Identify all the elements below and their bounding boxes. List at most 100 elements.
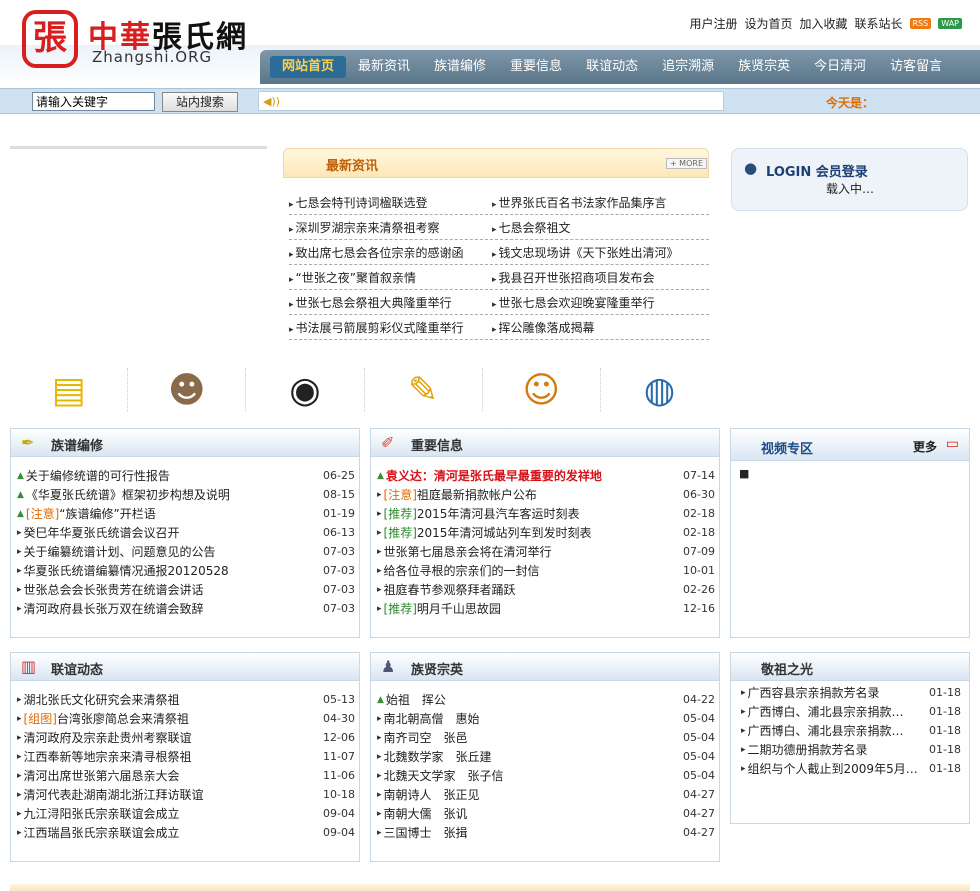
list-item-link[interactable]: 湖北张氏文化研究会来清祭祖 bbox=[24, 691, 319, 708]
list-item-link[interactable]: 三国博士 张揖 bbox=[384, 824, 679, 841]
list-item-link[interactable]: 南齐司空 张邑 bbox=[384, 729, 679, 746]
wap-badge[interactable]: WAP bbox=[938, 18, 962, 29]
box-title[interactable]: 族贤宗英 bbox=[411, 659, 463, 678]
item-date: 06-13 bbox=[323, 526, 355, 539]
list-item-link[interactable]: 清河出席世张第六届恳亲大会 bbox=[24, 767, 319, 784]
person-icon[interactable]: ☻ bbox=[161, 368, 213, 412]
item-date: 04-27 bbox=[683, 826, 715, 839]
list-item-link[interactable]: 华夏张氏统谱编纂情况通报20120528 bbox=[24, 562, 319, 579]
bullet-icon: ▸ bbox=[377, 827, 382, 838]
bullet-icon: ▸ bbox=[17, 827, 22, 838]
list-item-link[interactable]: [组图]台湾张廖简总会来清祭祖 bbox=[24, 710, 319, 727]
nav-fellowship[interactable]: 联谊动态 bbox=[574, 56, 650, 78]
register-link[interactable]: 用户注册 bbox=[689, 15, 737, 32]
news-link[interactable]: 挥公雕像落成揭幕 bbox=[492, 319, 695, 336]
list-item: ▸ 给各位寻根的宗亲们的一封信 10-01 bbox=[377, 561, 715, 580]
item-date: 06-30 bbox=[683, 488, 715, 501]
list-item-link[interactable]: 祖庭春节参观祭拜者踊跃 bbox=[384, 581, 679, 598]
nav-ancestry[interactable]: 追宗溯源 bbox=[650, 56, 726, 78]
item-date: 07-09 bbox=[683, 545, 715, 558]
list-item-link[interactable]: 广西博白、浦北县宗亲捐款… bbox=[748, 703, 925, 720]
list-item-link[interactable]: 世张第七届恳亲会将在清河举行 bbox=[384, 543, 679, 560]
list-item-link[interactable]: 《华夏张氏统谱》框架初步构想及说明 bbox=[26, 486, 319, 503]
box-title[interactable]: 敬祖之光 bbox=[761, 659, 813, 678]
box-title[interactable]: 族谱编修 bbox=[51, 435, 103, 454]
list-item: ▲ [注意]“族谱编修”开栏语 01-19 bbox=[17, 504, 355, 523]
globe-icon[interactable]: ◍ bbox=[633, 368, 685, 412]
list-item-link[interactable]: [推荐]2015年清河城站列车到发时刻表 bbox=[384, 524, 679, 541]
nav-genealogy[interactable]: 族谱编修 bbox=[422, 56, 498, 78]
list-item-link[interactable]: 关于编纂统谱计划、问题意见的公告 bbox=[24, 543, 319, 560]
site-logo[interactable]: 張 bbox=[22, 10, 78, 68]
item-date: 11-06 bbox=[323, 769, 355, 782]
nav-notables[interactable]: 族贤宗英 bbox=[726, 56, 802, 78]
list-item-link[interactable]: [注意]“族谱编修”开栏语 bbox=[26, 505, 319, 522]
list-item-link[interactable]: 癸巳年华夏张氏统谱会议召开 bbox=[24, 524, 319, 541]
list-item-link[interactable]: 北魏数学家 张丘建 bbox=[384, 748, 679, 765]
box-title[interactable]: 重要信息 bbox=[411, 435, 463, 454]
list-item: ▲ 关于编修统谱的可行性报告 06-25 bbox=[17, 466, 355, 485]
list-item-link[interactable]: 南北朝高僧 惠始 bbox=[384, 710, 679, 727]
nav-qinghe-today[interactable]: 今日清河 bbox=[802, 56, 878, 78]
search-button[interactable]: 站内搜索 bbox=[162, 92, 238, 112]
list-item-link[interactable]: 广西容县宗亲捐款芳名录 bbox=[748, 684, 925, 701]
set-homepage-link[interactable]: 设为首页 bbox=[744, 15, 792, 32]
more-link[interactable]: + MORE bbox=[665, 158, 707, 169]
nav-important[interactable]: 重要信息 bbox=[498, 56, 574, 78]
video-placeholder-icon: ■ bbox=[739, 467, 750, 480]
notebook-icon[interactable]: ▤ bbox=[43, 368, 95, 412]
news-link[interactable]: 深圳罗湖宗亲来清祭祖考察 bbox=[289, 219, 492, 236]
nav-home[interactable]: 网站首页 bbox=[270, 56, 347, 78]
search-input[interactable] bbox=[32, 92, 155, 111]
news-link[interactable]: 七恳会特刊诗词楹联选登 bbox=[289, 194, 492, 211]
list-item-link[interactable]: 清河政府县长张万双在统谱会致辞 bbox=[24, 600, 319, 617]
list-item-link[interactable]: 九江浔阳张氏宗亲联谊会成立 bbox=[24, 805, 319, 822]
item-title: 组织与个人截止到2009年5月… bbox=[747, 762, 918, 776]
list-item-link[interactable]: 南朝大儒 张讥 bbox=[384, 805, 679, 822]
news-link[interactable]: 致出席七恳会各位宗亲的感谢函 bbox=[289, 244, 492, 261]
bullet-icon: ▸ bbox=[377, 713, 382, 724]
list-item-link[interactable]: 清河政府及宗亲赴贵州考察联谊 bbox=[24, 729, 319, 746]
users-icon[interactable]: ☺ bbox=[515, 368, 567, 412]
news-link[interactable]: 世张七恳会欢迎晚宴隆重举行 bbox=[492, 294, 695, 311]
list-item-link[interactable]: 二期功德册捐款芳名录 bbox=[748, 741, 925, 758]
list-item-link[interactable]: [注意]祖庭最新捐款帐户公布 bbox=[384, 486, 679, 503]
list-item-link[interactable]: 江西瑞昌张氏宗亲联谊会成立 bbox=[24, 824, 319, 841]
news-link[interactable]: 我县召开世张招商项目发布会 bbox=[492, 269, 695, 286]
news-link[interactable]: “世张之夜”聚首叙亲情 bbox=[289, 269, 492, 286]
add-favorite-link[interactable]: 加入收藏 bbox=[799, 15, 847, 32]
latest-news-title: 最新资讯 bbox=[326, 159, 379, 174]
list-item-link[interactable]: 世张总会会长张贵芳在统谱会讲话 bbox=[24, 581, 319, 598]
list-item-link[interactable]: 关于编修统谱的可行性报告 bbox=[26, 467, 319, 484]
video-more-link[interactable]: 更多 bbox=[913, 438, 937, 455]
list-item-link[interactable]: 给各位寻根的宗亲们的一封信 bbox=[384, 562, 679, 579]
login-title[interactable]: LOGIN 会员登录 bbox=[766, 161, 868, 180]
list-item-link[interactable]: 广西博白、浦北县宗亲捐款… bbox=[748, 722, 925, 739]
rss-badge[interactable]: RSS bbox=[909, 18, 932, 29]
list-item-link[interactable]: 北魏天文学家 张子信 bbox=[384, 767, 679, 784]
contact-admin-link[interactable]: 联系站长 bbox=[854, 15, 902, 32]
news-link[interactable]: 书法展弓箭展剪彩仪式隆重举行 bbox=[289, 319, 492, 336]
box-title[interactable]: 视频专区 bbox=[761, 438, 813, 457]
latest-news-header: 最新资讯 + MORE bbox=[283, 148, 709, 178]
important-info-list: ▲ 袁义达：清河是张氏最早最重要的发祥地 07-14 ▸ [注意]祖庭最新捐款帐户公布 0… bbox=[377, 466, 715, 618]
box-title[interactable]: 联谊动态 bbox=[51, 659, 103, 678]
list-item-link[interactable]: 袁义达：清河是张氏最早最重要的发祥地 bbox=[386, 467, 679, 484]
news-link[interactable]: 世界张氏百名书法家作品集序言 bbox=[492, 194, 695, 211]
bullet-icon: ▲ bbox=[17, 489, 24, 500]
nav-guestbook[interactable]: 访客留言 bbox=[878, 56, 954, 78]
list-item-link[interactable]: 江西奉新等地宗亲来清寻根祭祖 bbox=[24, 748, 319, 765]
news-link[interactable]: 七恳会祭祖文 bbox=[492, 219, 695, 236]
document-icon[interactable]: ✎ bbox=[397, 368, 449, 412]
list-item-link[interactable]: 清河代表赴湖南湖北浙江拜访联谊 bbox=[24, 786, 319, 803]
list-item-link[interactable]: 始祖 挥公 bbox=[386, 691, 679, 708]
list-item-link[interactable]: [推荐]2015年清河县汽车客运时刻表 bbox=[384, 505, 679, 522]
list-item-link[interactable]: [推荐]明月千山思故园 bbox=[384, 600, 679, 617]
news-link[interactable]: 钱文忠现场讲《天下张姓出清河》 bbox=[492, 244, 695, 261]
list-item-link[interactable]: 南朝诗人 张正见 bbox=[384, 786, 679, 803]
nav-latest-news[interactable]: 最新资讯 bbox=[346, 56, 422, 78]
list-item: ▸ 二期功德册捐款芳名录 01-18 bbox=[741, 740, 961, 759]
news-link[interactable]: 世张七恳会祭祖大典隆重举行 bbox=[289, 294, 492, 311]
camera-icon[interactable]: ◉ bbox=[279, 368, 331, 412]
list-item-link[interactable]: 组织与个人截止到2009年5月… bbox=[748, 760, 925, 777]
